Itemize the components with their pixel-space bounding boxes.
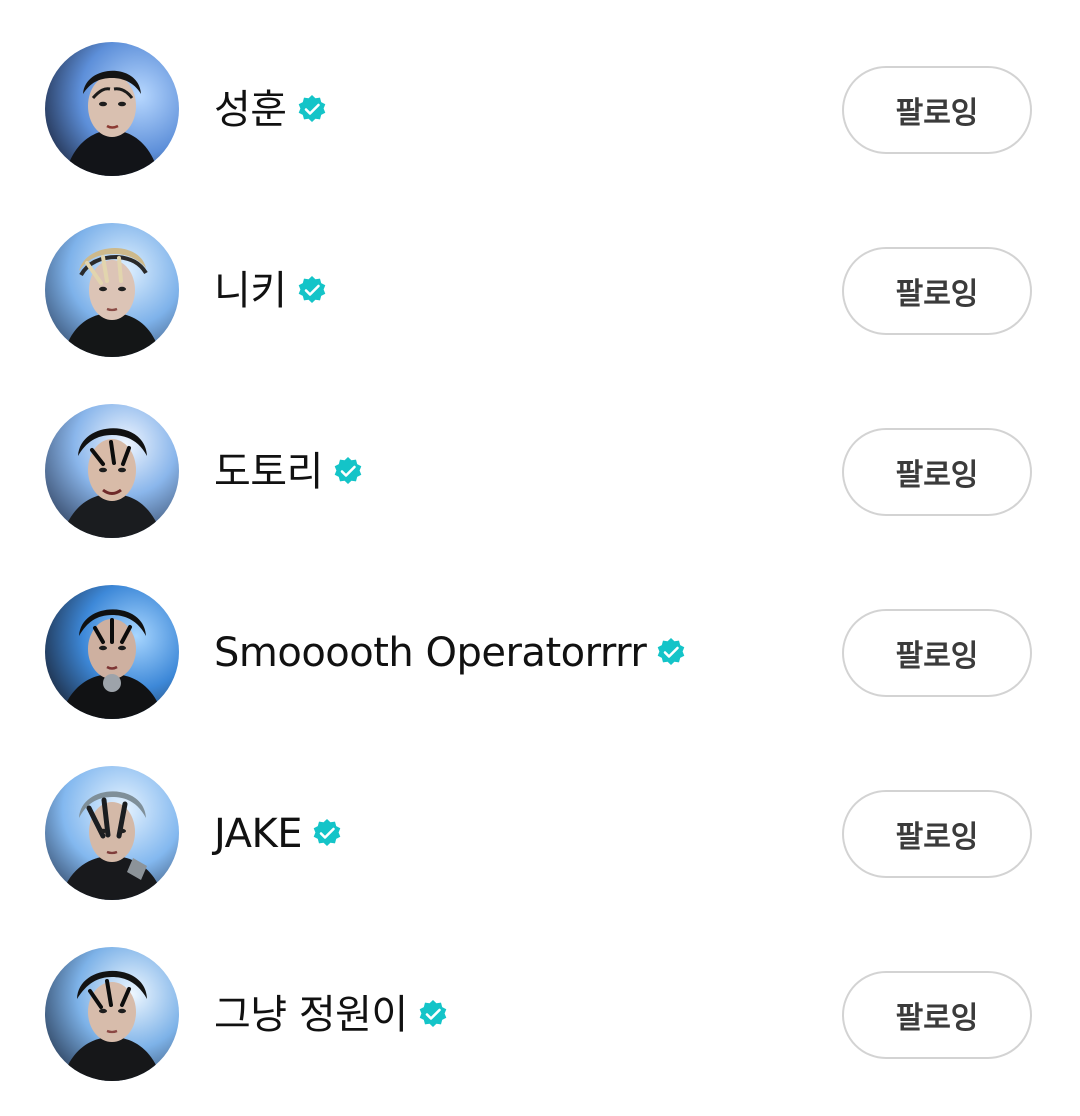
following-row[interactable]: Smooooth Operatorrrr 팔로잉 bbox=[0, 585, 1080, 721]
following-row[interactable]: JAKE 팔로잉 bbox=[0, 766, 1080, 902]
following-button[interactable]: 팔로잉 bbox=[842, 790, 1032, 878]
avatar[interactable] bbox=[45, 404, 179, 538]
avatar[interactable] bbox=[45, 766, 179, 900]
avatar[interactable] bbox=[45, 223, 179, 357]
verified-badge-icon bbox=[416, 998, 450, 1032]
user-name[interactable]: 도토리 bbox=[214, 446, 323, 498]
user-name-wrap: 니키 bbox=[214, 265, 329, 317]
user-name[interactable]: 성훈 bbox=[214, 84, 287, 136]
following-button[interactable]: 팔로잉 bbox=[842, 247, 1032, 335]
user-name[interactable]: JAKE bbox=[214, 808, 302, 860]
user-name[interactable]: 니키 bbox=[214, 265, 287, 317]
verified-badge-icon bbox=[331, 455, 365, 489]
avatar[interactable] bbox=[45, 947, 179, 1081]
user-name-wrap: JAKE bbox=[214, 808, 344, 860]
following-button[interactable]: 팔로잉 bbox=[842, 428, 1032, 516]
verified-badge-icon bbox=[295, 93, 329, 127]
following-row[interactable]: 도토리 팔로잉 bbox=[0, 404, 1080, 540]
avatar[interactable] bbox=[45, 42, 179, 176]
following-list: 성훈 팔로잉 니키 팔로잉 도토리 팔로잉 Smooooth Operatorr… bbox=[0, 0, 1080, 1116]
user-name-wrap: Smooooth Operatorrrr bbox=[214, 627, 688, 679]
following-button[interactable]: 팔로잉 bbox=[842, 66, 1032, 154]
following-row[interactable]: 성훈 팔로잉 bbox=[0, 42, 1080, 178]
avatar[interactable] bbox=[45, 585, 179, 719]
following-row[interactable]: 그냥 정원이 팔로잉 bbox=[0, 947, 1080, 1083]
following-row[interactable]: 니키 팔로잉 bbox=[0, 223, 1080, 359]
following-button[interactable]: 팔로잉 bbox=[842, 609, 1032, 697]
user-name[interactable]: 그냥 정원이 bbox=[214, 989, 408, 1041]
verified-badge-icon bbox=[295, 274, 329, 308]
following-button[interactable]: 팔로잉 bbox=[842, 971, 1032, 1059]
user-name-wrap: 도토리 bbox=[214, 446, 365, 498]
verified-badge-icon bbox=[310, 817, 344, 851]
user-name-wrap: 그냥 정원이 bbox=[214, 989, 450, 1041]
user-name-wrap: 성훈 bbox=[214, 84, 329, 136]
user-name[interactable]: Smooooth Operatorrrr bbox=[214, 627, 647, 679]
verified-badge-icon bbox=[654, 636, 688, 670]
